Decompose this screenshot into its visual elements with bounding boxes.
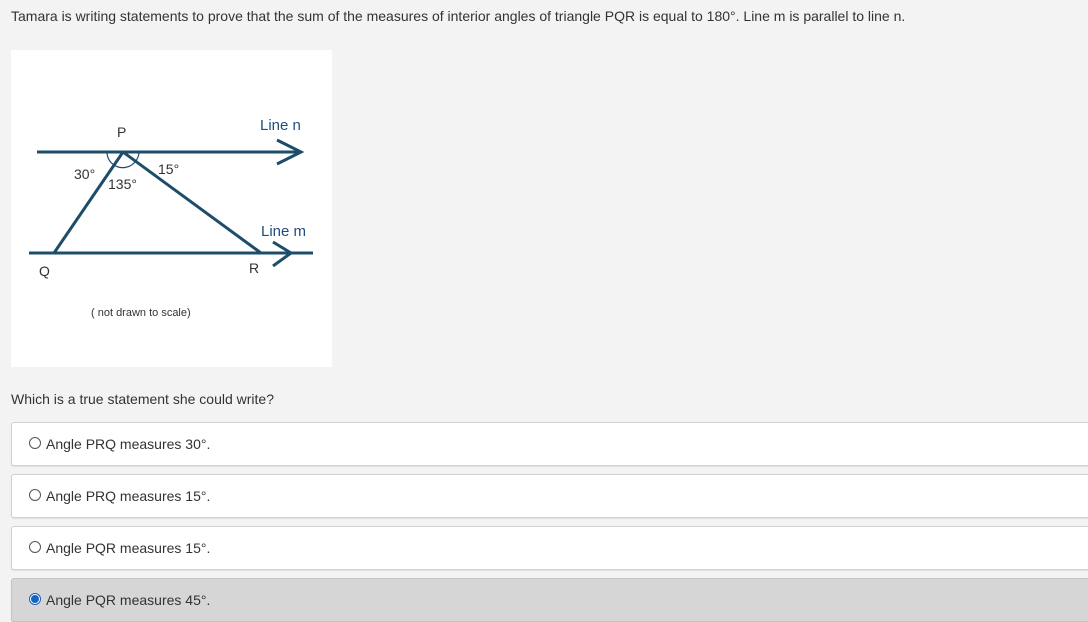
answer-option-label: Angle PRQ measures 30°. xyxy=(46,436,211,452)
answer-option-label: Angle PQR measures 15°. xyxy=(46,540,211,556)
triangle-figure: P Q R Line n Line m 30° 135° 15° ( not d… xyxy=(11,50,332,367)
angle-30-label: 30° xyxy=(74,166,95,182)
angle-15-label: 15° xyxy=(158,161,179,177)
answer-option-label: Angle PRQ measures 15°. xyxy=(46,488,211,504)
vertex-q-label: Q xyxy=(39,263,50,279)
radio-button[interactable] xyxy=(29,541,41,553)
radio-button-selected[interactable] xyxy=(29,593,41,605)
vertex-r-label: R xyxy=(249,260,259,276)
not-to-scale-note: ( not drawn to scale) xyxy=(91,307,191,319)
answer-option-1[interactable]: Angle PRQ measures 30°. xyxy=(11,422,1088,466)
vertex-p-label: P xyxy=(117,124,126,140)
answer-option-3[interactable]: Angle PQR measures 15°. xyxy=(11,526,1088,570)
answer-option-4[interactable]: Angle PQR measures 45°. xyxy=(11,578,1088,622)
side-pr xyxy=(122,150,262,255)
question-prompt: Tamara is writing statements to prove th… xyxy=(11,8,906,24)
figure-diagram: P Q R Line n Line m 30° 135° 15° ( not d… xyxy=(29,117,313,319)
radio-button[interactable] xyxy=(29,489,41,501)
line-m-label: Line m xyxy=(261,223,306,240)
question-text: Which is a true statement she could writ… xyxy=(11,391,275,407)
angle-arc-left xyxy=(106,151,115,166)
angle-135-label: 135° xyxy=(108,176,137,192)
answer-option-2[interactable]: Angle PRQ measures 15°. xyxy=(11,474,1088,518)
line-n-label: Line n xyxy=(260,117,301,134)
answer-option-label: Angle PQR measures 45°. xyxy=(46,592,211,608)
radio-button[interactable] xyxy=(29,437,41,449)
